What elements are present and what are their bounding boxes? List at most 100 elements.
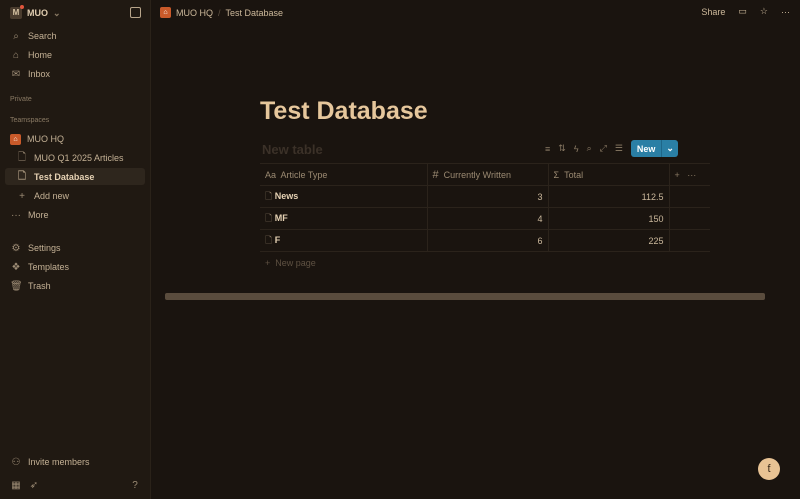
sidebar-item-page[interactable]: 🗋 MUO Q1 2025 Articles [16,150,124,166]
sidebar-item-team[interactable]: ⌂ MUO HQ [10,131,64,147]
page-icon: 🗋 [265,234,273,245]
share-button[interactable]: Share [701,7,725,17]
breadcrumb-page[interactable]: Test Database [226,8,284,18]
breadcrumb-team[interactable]: MUO HQ [176,8,213,18]
column-header-total[interactable]: Σ Total [547,163,669,186]
section-teamspaces: Teamspaces [10,117,50,124]
column-header-article-type[interactable]: Aa Article Type [260,163,427,186]
empty-cell [669,229,710,252]
help-icon: ? [132,479,138,491]
workspace-logo: M [10,5,24,19]
plus-icon: + [19,190,25,202]
empty-cell [669,207,710,230]
label: Home [28,50,53,60]
breadcrumb-separator: / [218,7,221,18]
label: Article Type [280,169,328,180]
table-row[interactable]: 🗋 F 6 225 [260,229,710,252]
cell-total[interactable]: 150 [547,207,670,230]
row-name[interactable]: MF [275,213,288,223]
horizontal-scrollbar[interactable] [165,293,765,300]
search-icon: ⌕ [13,30,19,42]
cell-total[interactable]: 112.5 [547,185,670,208]
settings-icon[interactable]: ☰ [615,143,623,154]
table-title[interactable]: New table [262,142,323,157]
breadcrumb: ⌂ MUO HQ / Test Database [160,7,283,18]
sidebar-item-templates[interactable]: ❖ Templates [10,259,70,275]
add-new-button[interactable]: + Add new [16,188,69,204]
expand-icon[interactable]: ⤢ [600,143,607,154]
sort-icon[interactable]: ⇅ [558,143,566,154]
house-icon: ⌂ [10,133,21,145]
label: Inbox [28,69,51,79]
table-row[interactable]: 🗋 News 3 112.5 [260,185,710,208]
more-icon: ··· [11,209,21,221]
column-header-currently-written[interactable]: # Currently Written [426,163,548,186]
label: Add new [34,191,70,201]
automation-icon[interactable]: ϟ [574,144,579,154]
chevron-down-icon[interactable]: ⌄ [661,140,678,157]
row-name[interactable]: F [275,235,281,245]
plus-icon: + [265,258,271,268]
new-button[interactable]: New ⌄ [630,140,678,157]
label: Templates [28,262,70,272]
label: Trash [28,281,51,291]
new-page-row[interactable]: + New page [265,258,316,268]
label: More [28,210,49,220]
sidebar-item-more[interactable]: ··· More [10,207,49,223]
sidebar-item-home[interactable]: ⌂ Home [10,47,52,63]
label: Search [28,31,57,41]
comment-icon[interactable]: ▭ [738,6,747,17]
sidebar: M MUO ⌄ ⌕ Search ⌂ Home ✉ Inbox Private Teams… [0,0,151,499]
more-icon[interactable]: ··· [781,7,790,17]
table-toolbar: ≡ ⇅ ϟ ⌕ ⤢ ☰ New ⌄ [545,140,678,157]
label: New [636,143,656,154]
row-name[interactable]: News [275,191,299,201]
top-actions: Share ▭ ☆ ··· [701,6,790,17]
calendar-icon: ▦ [11,479,21,491]
cell-written[interactable]: 4 [426,207,549,230]
workspace-switcher[interactable]: M MUO ⌄ [10,5,61,19]
empty-cell [669,185,710,208]
add-column[interactable]: + ··· [668,163,710,186]
filter-icon[interactable]: ≡ [545,144,550,154]
calendar-button[interactable]: ▦ ➶ [10,477,40,493]
cell-written[interactable]: 3 [426,185,549,208]
number-icon: # [432,168,439,181]
assistant-icon: ƭ [767,463,771,475]
label: Test Database [34,172,95,182]
page-title[interactable]: Test Database [260,97,428,126]
formula-icon: Σ [553,169,560,180]
home-icon: ⌂ [12,49,20,61]
sidebar-item-trash[interactable]: 🗑 Trash [10,278,51,294]
star-icon[interactable]: ☆ [760,6,768,17]
page-icon: 🗋 [265,190,273,201]
chevron-down-icon: ⌄ [53,7,61,18]
house-icon: ⌂ [160,7,171,18]
sidebar-item-settings[interactable]: ⚙ Settings [10,240,61,256]
cell-written[interactable]: 6 [426,229,549,252]
send-icon[interactable]: ➶ [28,480,40,491]
label: Currently Written [443,169,511,180]
label: Invite members [28,457,90,467]
label: MUO Q1 2025 Articles [34,153,124,163]
invite-icon: ⚇ [11,456,21,468]
assistant-button[interactable]: ƭ [758,458,780,480]
invite-members-button[interactable]: ⚇ Invite members [10,454,90,470]
page-icon: 🗋 [17,151,27,163]
table-row[interactable]: 🗋 MF 4 150 [260,207,710,230]
sidebar-item-search[interactable]: ⌕ Search [10,28,57,44]
database-table: Aa Article Type # Currently Written Σ To… [260,163,710,252]
sidebar-item-page-active[interactable]: 🗋 Test Database [16,169,94,185]
cell-total[interactable]: 225 [547,229,670,252]
header-row: Aa Article Type # Currently Written Σ To… [260,163,710,186]
more-icon[interactable]: ··· [687,170,696,180]
plus-icon[interactable]: + [675,170,680,180]
search-icon[interactable]: ⌕ [587,143,592,154]
label: Settings [28,243,61,253]
label: Total [564,169,584,180]
help-button[interactable]: ? [129,477,141,493]
new-page-icon[interactable] [130,7,141,18]
label: New page [275,258,316,268]
sidebar-item-inbox[interactable]: ✉ Inbox [10,66,50,82]
gear-icon: ⚙ [11,242,21,254]
